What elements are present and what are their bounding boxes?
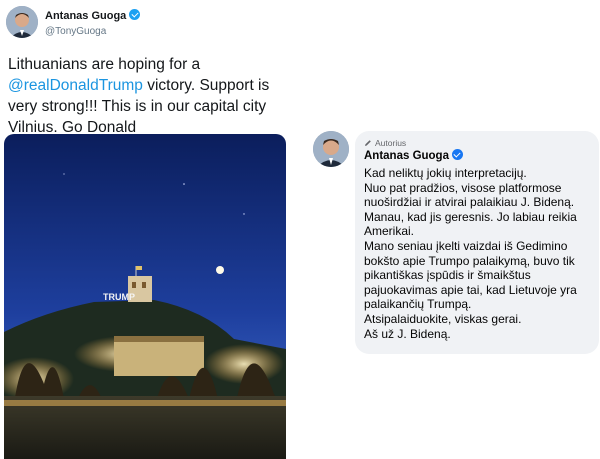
author-badge: Autorius (364, 138, 406, 148)
tweet-text-part: Lithuanians are hoping for a (8, 56, 201, 73)
tweet-author-name[interactable]: Antanas Guoga (45, 9, 141, 22)
trump-sign-text: TRUMP (103, 292, 135, 302)
comment-bubble: Autorius Antanas Guoga Kad neliktų jokių… (355, 131, 599, 354)
tweet-photo[interactable]: TRUMP (4, 134, 286, 459)
comment-avatar[interactable] (313, 131, 349, 167)
tweet-author-name-text[interactable]: Antanas Guoga (45, 10, 126, 22)
pencil-icon (365, 140, 371, 146)
comment-text: Kad neliktų jokių interpretacijų. Nuo pa… (364, 166, 596, 341)
verified-badge-icon (451, 149, 463, 160)
comment-paragraph: Kad neliktų jokių interpretacijų. (364, 166, 527, 180)
comment-paragraph: Atsipalaiduokite, viskas gerai. (364, 311, 522, 326)
tweet-author-handle[interactable]: @TonyGuoga (45, 26, 106, 37)
tweet-card: Antanas Guoga @TonyGuoga Lithuanians are… (0, 0, 292, 459)
comment-author-name[interactable]: Antanas Guoga (364, 149, 463, 162)
tweet-mention-link[interactable]: @realDonaldTrump (8, 77, 143, 94)
tweet-avatar[interactable] (6, 6, 38, 38)
comment-paragraph: Nuo pat pradžios, visose platformose nuo… (364, 180, 575, 210)
comment-paragraph: Aš už J. Bideną. (364, 326, 451, 341)
comment-paragraph: Mano seniau įkelti vaizdai iš Gedimino b… (364, 238, 577, 312)
comment-paragraph: Manau, kad jis geresnis. Jo labiau reiki… (364, 209, 577, 239)
verified-badge-icon (129, 9, 141, 20)
tweet-text: Lithuanians are hoping for a @realDonald… (8, 54, 290, 138)
comment-author-name-text[interactable]: Antanas Guoga (364, 150, 449, 162)
author-badge-label: Autorius (375, 138, 407, 148)
